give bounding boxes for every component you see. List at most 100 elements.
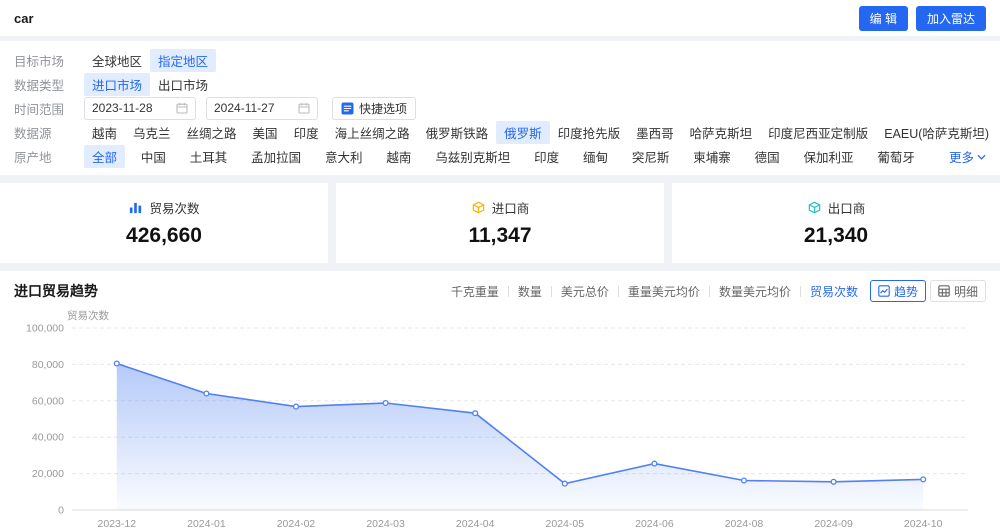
stat-label: 贸易次数 bbox=[149, 202, 200, 216]
origin-option[interactable]: 中国 bbox=[133, 145, 174, 168]
origin-option[interactable]: 乌兹别克斯坦 bbox=[427, 145, 518, 168]
svg-text:2023-12: 2023-12 bbox=[98, 518, 137, 530]
metric-divider bbox=[550, 285, 552, 297]
data-source-option[interactable]: 俄罗斯 bbox=[496, 120, 550, 144]
data-type-label: 数据类型 bbox=[14, 78, 65, 93]
data-point[interactable] bbox=[472, 410, 479, 417]
origin-option[interactable]: 保加利亚 bbox=[796, 145, 862, 168]
stat-value: 21,340 bbox=[803, 224, 869, 247]
metric-divider bbox=[799, 285, 801, 297]
metric-option[interactable]: 美元总价 bbox=[561, 283, 609, 300]
data-source-option[interactable]: 墨西哥 bbox=[628, 121, 682, 144]
start-date-input[interactable]: 2023-11-28 bbox=[84, 96, 196, 120]
data-source-option[interactable]: 丝绸之路 bbox=[179, 121, 245, 144]
calendar-icon bbox=[298, 103, 310, 114]
detail-view-label: 明细 bbox=[953, 284, 978, 299]
topbar-actions: 编 辑 加入雷达 bbox=[858, 5, 986, 31]
data-point[interactable] bbox=[113, 360, 120, 367]
target-market-options: 全球地区 指定地区 bbox=[84, 48, 217, 72]
topbar: car 编 辑 加入雷达 bbox=[0, 0, 1000, 36]
end-date-value: 2024-11-27 bbox=[214, 101, 275, 115]
start-date-value: 2023-11-28 bbox=[92, 101, 153, 115]
end-date-input[interactable]: 2024-11-27 bbox=[206, 96, 318, 120]
calendar-icon bbox=[176, 103, 188, 114]
svg-text:2024-04: 2024-04 bbox=[456, 518, 495, 530]
metric-option[interactable]: 千克重量 bbox=[451, 283, 499, 300]
origin-option[interactable]: 孟加拉国 bbox=[243, 145, 309, 168]
stat-label: 出口商 bbox=[827, 202, 866, 216]
stat-value: 11,347 bbox=[468, 224, 532, 247]
chart-title: 进口贸易趋势 bbox=[14, 283, 98, 299]
data-source-option[interactable]: 印度尼西亚定制版 bbox=[760, 121, 876, 144]
data-point[interactable] bbox=[740, 477, 748, 484]
data-point[interactable] bbox=[651, 460, 658, 467]
data-point[interactable] bbox=[292, 403, 300, 410]
data-source-label: 数据源 bbox=[14, 126, 52, 141]
chart-header: 进口贸易趋势 千克重量 数量 美元总价 重量美元均价 数量美元均价 贸易次数 趋势 明细 bbox=[0, 271, 1000, 306]
data-source-option[interactable]: 乌克兰 bbox=[125, 121, 179, 144]
origin-option[interactable]: 印度 bbox=[526, 145, 567, 168]
data-source-option[interactable]: 越南 bbox=[84, 121, 125, 144]
origin-option[interactable]: 土耳其 bbox=[182, 145, 236, 168]
bar-chart-icon bbox=[128, 200, 143, 215]
metric-divider bbox=[617, 285, 619, 297]
filter-panel: 目标市场 全球地区 指定地区 数据类型 进口市场 出口市场 时间范围 2023-11… bbox=[0, 41, 1000, 175]
origin-option[interactable]: 越南 bbox=[378, 145, 419, 168]
metric-option[interactable]: 重量美元均价 bbox=[628, 283, 700, 300]
edit-button[interactable]: 编 辑 bbox=[858, 5, 908, 31]
trend-view-label: 趋势 bbox=[893, 284, 918, 299]
svg-text:0: 0 bbox=[58, 505, 64, 517]
detail-view-button[interactable]: 明细 bbox=[929, 280, 986, 302]
chevron-down-icon bbox=[977, 154, 986, 160]
svg-text:2024-05: 2024-05 bbox=[546, 518, 585, 530]
data-source-option[interactable]: 印度 bbox=[286, 121, 327, 144]
data-point[interactable] bbox=[561, 480, 568, 487]
data-point[interactable] bbox=[920, 476, 927, 483]
trend-view-button[interactable]: 趋势 bbox=[869, 280, 926, 302]
data-point[interactable] bbox=[382, 399, 389, 407]
data-source-option[interactable]: 俄罗斯铁路 bbox=[418, 121, 497, 144]
data-source-option[interactable]: 美国 bbox=[245, 121, 286, 144]
data-type-option[interactable]: 进口市场 bbox=[84, 72, 151, 96]
data-type-option[interactable]: 出口市场 bbox=[150, 73, 216, 96]
data-source-option[interactable]: 海上丝绸之路 bbox=[327, 121, 418, 144]
quick-options-button[interactable]: 快捷选项 bbox=[332, 96, 417, 120]
svg-text:60,000: 60,000 bbox=[32, 395, 64, 407]
target-market-option[interactable]: 指定地区 bbox=[150, 48, 217, 72]
origin-option[interactable]: 缅甸 bbox=[575, 145, 616, 168]
metric-option[interactable]: 贸易次数 bbox=[810, 283, 858, 300]
data-source-options: 越南 乌克兰 丝绸之路 美国 印度 海上丝绸之路 俄罗斯铁路 俄罗斯 印度抢先版 墨西哥 哈萨克斯坦… bbox=[84, 120, 1000, 144]
svg-text:2024-08: 2024-08 bbox=[725, 518, 764, 530]
svg-text:2024-01: 2024-01 bbox=[187, 518, 226, 530]
filter-row-data-type: 数据类型 进口市场 出口市场 bbox=[14, 72, 986, 96]
svg-text:40,000: 40,000 bbox=[32, 432, 64, 444]
origin-option[interactable]: 葡萄牙 bbox=[869, 145, 923, 168]
table-icon bbox=[938, 285, 950, 297]
quick-options-icon bbox=[341, 102, 354, 115]
origin-option[interactable]: 柬埔寨 bbox=[685, 145, 739, 168]
exporter-icon bbox=[807, 200, 822, 215]
metric-switcher: 千克重量 数量 美元总价 重量美元均价 数量美元均价 贸易次数 bbox=[451, 283, 858, 300]
svg-text:2024-10: 2024-10 bbox=[904, 518, 943, 530]
view-toggle-group: 趋势 明细 bbox=[869, 280, 986, 302]
add-radar-button[interactable]: 加入雷达 bbox=[915, 5, 986, 31]
data-point[interactable] bbox=[203, 390, 210, 397]
origin-more-link[interactable]: 更多 bbox=[949, 147, 986, 166]
origin-option[interactable]: 意大利 bbox=[317, 145, 371, 168]
metric-option[interactable]: 数量美元均价 bbox=[719, 283, 791, 300]
filter-row-origin: 原产地 全部 中国 土耳其 孟加拉国 意大利 越南 乌兹别克斯坦 印度 缅甸 突尼斯 柬埔寨 德国 保加… bbox=[14, 144, 986, 168]
metric-option[interactable]: 数量 bbox=[518, 283, 542, 300]
svg-text:20,000: 20,000 bbox=[32, 468, 64, 480]
trend-chart: 0 20,000 40,000 60,000 80,000 100,000贸易次数 2023… bbox=[26, 309, 968, 530]
data-point[interactable] bbox=[830, 478, 837, 485]
origin-options: 全部 中国 土耳其 孟加拉国 意大利 越南 乌兹别克斯坦 印度 缅甸 突尼斯 柬埔寨 德国 保加利亚 葡萄… bbox=[84, 144, 949, 168]
origin-option[interactable]: 突尼斯 bbox=[624, 145, 678, 168]
data-source-option[interactable]: 哈萨克斯坦 bbox=[682, 121, 761, 144]
origin-option[interactable]: 德国 bbox=[747, 145, 788, 168]
data-source-option[interactable]: 印度抢先版 bbox=[550, 121, 629, 144]
origin-option[interactable]: 全部 bbox=[84, 144, 126, 168]
svg-text:80,000: 80,000 bbox=[32, 359, 64, 371]
stat-card-1: 贸易次数 426,660 bbox=[0, 183, 328, 263]
target-market-option[interactable]: 全球地区 bbox=[84, 49, 150, 72]
data-source-option[interactable]: EAEU(哈萨克斯坦) bbox=[876, 121, 997, 144]
